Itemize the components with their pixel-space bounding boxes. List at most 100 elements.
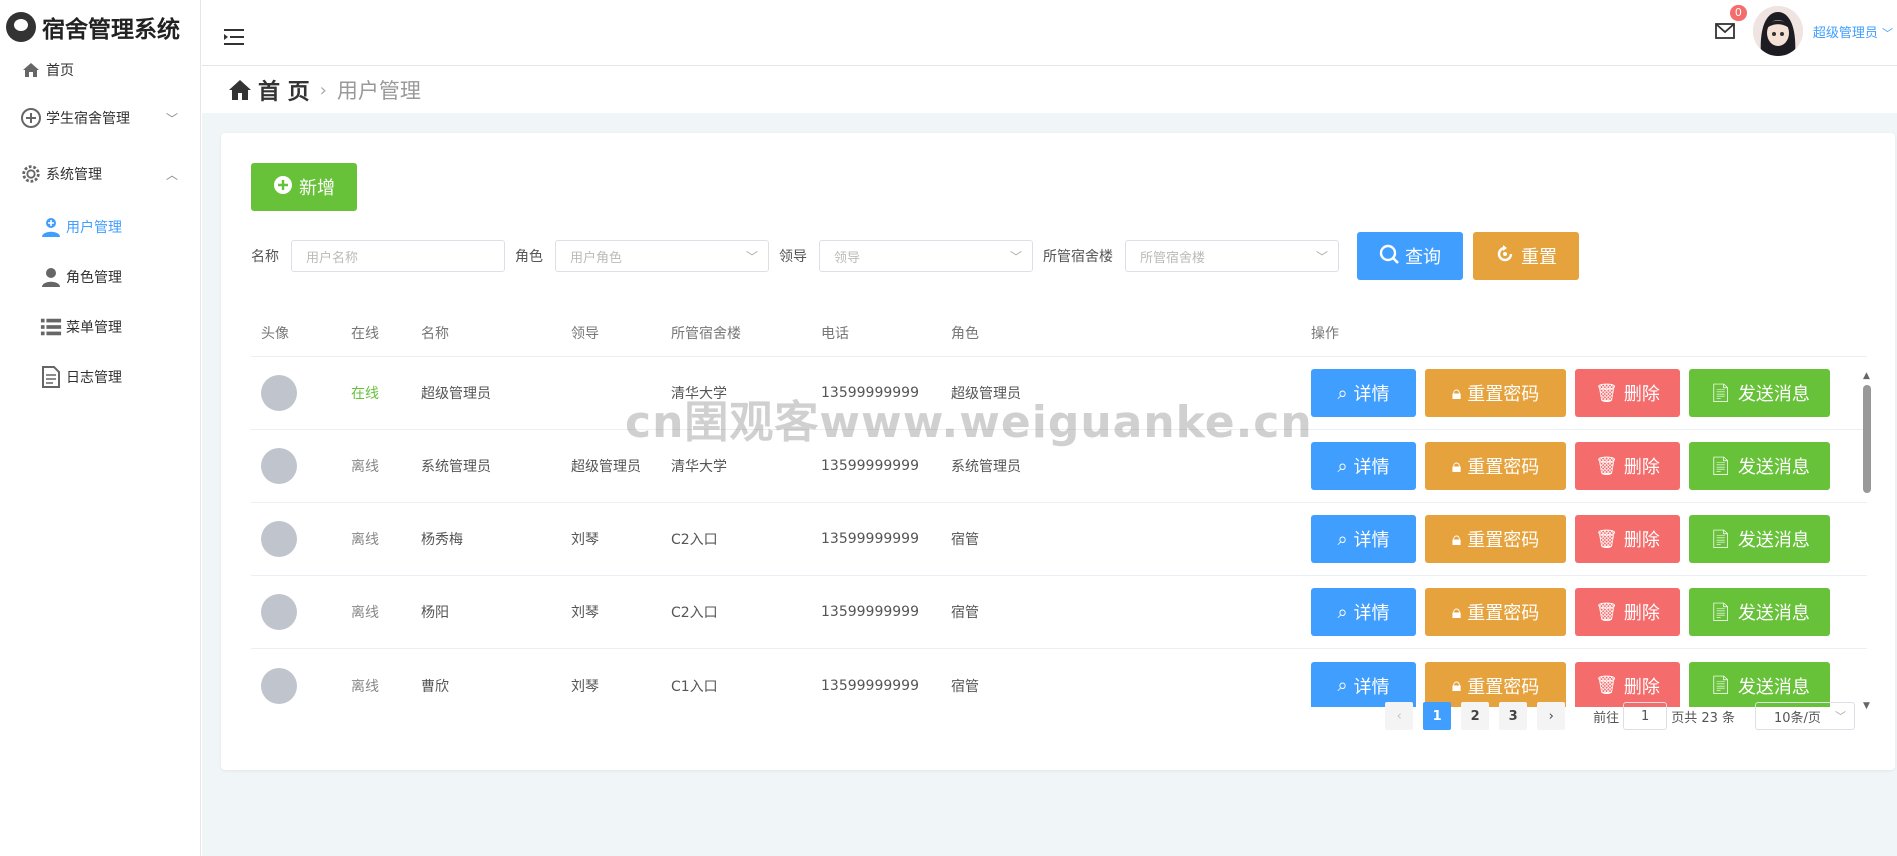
send-message-button[interactable]: 📄︎ 发送消息 — [1689, 369, 1830, 417]
lock-icon: 🔒︎ — [1451, 455, 1462, 476]
reset-password-button[interactable]: 🔒︎ 重置密码 — [1425, 369, 1566, 417]
search-icon: ⌕ — [1337, 528, 1348, 549]
online-status: 在线 — [351, 386, 379, 402]
breadcrumb-home[interactable]: 首 页 — [228, 74, 310, 106]
send-message-button-label: 发送消息 — [1737, 457, 1810, 477]
table-row: 离线 杨阳 刘琴 C2入口 13599999999 宿管 ⌕ 详情 🔒︎ 重置密码 … — [251, 576, 1867, 649]
logo-icon — [6, 12, 36, 42]
sidebar-item-student-dorm[interactable]: 学生宿舍管理 ﹀ — [0, 90, 200, 146]
user-role: 宿管 — [951, 532, 979, 548]
scrollbar-thumb[interactable] — [1863, 385, 1871, 493]
delete-button[interactable]: 🗑︎ 删除 — [1575, 442, 1680, 490]
user-leader: 刘琴 — [571, 678, 599, 695]
reset-button-label: 重置 — [1521, 247, 1557, 267]
reset-password-button[interactable]: 🔒︎ 重置密码 — [1425, 588, 1566, 636]
trash-icon: 🗑︎ — [1595, 382, 1618, 403]
reset-button[interactable]: 重置 — [1473, 232, 1579, 280]
page-button-2[interactable]: 2 — [1461, 702, 1490, 730]
role-select[interactable]: 用户角色 ﹀ — [555, 240, 769, 272]
scroll-up-icon[interactable]: ▲ — [1863, 371, 1870, 381]
send-message-button[interactable]: 📄︎ 发送消息 — [1689, 588, 1830, 636]
detail-button[interactable]: ⌕ 详情 — [1311, 442, 1416, 490]
sidebar: 宿舍管理系统 首页 学生宿舍管理 ﹀ 系统管理 ︿ 用户管理 角色管理 菜单管理… — [0, 0, 201, 856]
detail-button-label: 详情 — [1353, 676, 1390, 697]
plus-circle-icon — [20, 107, 42, 129]
list-icon — [40, 316, 62, 338]
sidebar-item-role-management[interactable]: 角色管理 — [0, 252, 200, 302]
mail-button[interactable]: 0 — [1713, 5, 1747, 43]
user-name-dropdown[interactable]: 超级管理员 ﹀ — [1813, 22, 1893, 41]
page-button-3[interactable]: 3 — [1499, 702, 1528, 730]
detail-button-label: 详情 — [1353, 603, 1390, 623]
send-message-button[interactable]: 📄︎ 发送消息 — [1689, 515, 1830, 563]
add-button[interactable]: 新增 — [251, 163, 357, 211]
delete-button[interactable]: 🗑︎ 删除 — [1575, 369, 1680, 417]
leader-select-placeholder: 领导 — [834, 250, 861, 266]
detail-button[interactable]: ⌕ 详情 — [1311, 661, 1416, 707]
document-icon: 📄︎ — [1709, 455, 1732, 476]
chevron-down-icon: ﹀ — [165, 111, 178, 126]
app-title: 宿舍管理系统 — [42, 17, 180, 43]
user-building: C2入口 — [671, 532, 718, 548]
reset-password-button[interactable]: 🔒︎ 重置密码 — [1425, 515, 1566, 563]
message-count-badge: 0 — [1729, 5, 1747, 21]
user-name: 系统管理员 — [421, 459, 491, 475]
send-message-button[interactable]: 📄︎ 发送消息 — [1689, 661, 1830, 707]
sidebar-item-label: 首页 — [46, 63, 74, 79]
trash-icon: 🗑︎ — [1595, 675, 1618, 695]
sidebar-item-user-management[interactable]: 用户管理 — [0, 202, 200, 252]
detail-button[interactable]: ⌕ 详情 — [1311, 515, 1416, 563]
user-name: 杨秀梅 — [421, 532, 463, 548]
goto-page-input[interactable]: 1 — [1623, 702, 1668, 730]
send-message-button[interactable]: 📄︎ 发送消息 — [1689, 442, 1830, 490]
delete-button-label: 删除 — [1623, 603, 1660, 623]
row-actions: ⌕ 详情 🔒︎ 重置密码 🗑︎ 删除 📄︎ 发送消息 — [1311, 588, 1867, 636]
delete-button[interactable]: 🗑︎ 删除 — [1575, 515, 1680, 563]
user-icon — [40, 266, 62, 288]
search-button-label: 查询 — [1405, 247, 1441, 267]
role-select-placeholder: 用户角色 — [570, 250, 623, 266]
page-size-value: 10条/页 — [1774, 710, 1821, 726]
user-building: C1入口 — [671, 678, 718, 695]
user-name: 杨阳 — [421, 605, 449, 621]
sidebar-item-system[interactable]: 系统管理 ︿ — [0, 146, 200, 202]
building-select[interactable]: 所管宿舍楼 ﹀ — [1125, 240, 1339, 272]
pagination: ‹ 1 2 3 › 前往 1 页共 23 条 10条/页 ﹀ — [1385, 702, 1855, 730]
scroll-down-icon[interactable]: ▼ — [1863, 701, 1870, 711]
user-role: 系统管理员 — [951, 459, 1021, 475]
page-size-select[interactable]: 10条/页 ﹀ — [1755, 702, 1855, 730]
detail-button[interactable]: ⌕ 详情 — [1311, 369, 1416, 417]
row-actions: ⌕ 详情 🔒︎ 重置密码 🗑︎ 删除 📄︎ 发送消息 — [1311, 515, 1867, 563]
page-button-1[interactable]: 1 — [1423, 702, 1452, 730]
chevron-down-icon: ﹀ — [745, 249, 758, 264]
table-scrollbar[interactable]: ▲ ▼ — [1863, 371, 1871, 711]
delete-button[interactable]: 🗑︎ 删除 — [1575, 588, 1680, 636]
delete-button[interactable]: 🗑︎ 删除 — [1575, 661, 1680, 707]
search-button[interactable]: 查询 — [1357, 232, 1463, 280]
leader-filter-label: 领导 — [779, 249, 807, 265]
avatar — [261, 375, 297, 411]
sidebar-item-log-management[interactable]: 日志管理 — [0, 352, 200, 402]
detail-button-label: 详情 — [1353, 457, 1390, 477]
reset-password-button[interactable]: 🔒︎ 重置密码 — [1425, 442, 1566, 490]
user-phone: 13599999999 — [821, 531, 919, 547]
sidebar-item-menu-management[interactable]: 菜单管理 — [0, 302, 200, 352]
name-input[interactable]: 用户名称 — [291, 240, 505, 272]
sidebar-item-label: 角色管理 — [66, 270, 122, 286]
prev-page-button[interactable]: ‹ — [1385, 702, 1414, 730]
col-header-avatar: 头像 — [261, 325, 289, 342]
sidebar-item-label: 日志管理 — [66, 370, 122, 386]
avatar[interactable] — [1752, 6, 1803, 56]
col-header-role: 角色 — [951, 325, 979, 342]
detail-button[interactable]: ⌕ 详情 — [1311, 588, 1416, 636]
reset-password-button[interactable]: 🔒︎ 重置密码 — [1425, 661, 1566, 707]
search-icon: ⌕ — [1337, 601, 1348, 622]
trash-icon: 🗑︎ — [1595, 455, 1618, 476]
menu-toggle-icon[interactable] — [224, 26, 244, 50]
sidebar-item-home[interactable]: 首页 — [0, 50, 200, 90]
leader-select[interactable]: 领导 ﹀ — [819, 240, 1033, 272]
next-page-button[interactable]: › — [1537, 702, 1566, 730]
breadcrumb: 首 页 › 用户管理 — [202, 67, 1897, 113]
reset-password-button-label: 重置密码 — [1467, 384, 1540, 404]
user-leader: 刘琴 — [571, 605, 599, 621]
